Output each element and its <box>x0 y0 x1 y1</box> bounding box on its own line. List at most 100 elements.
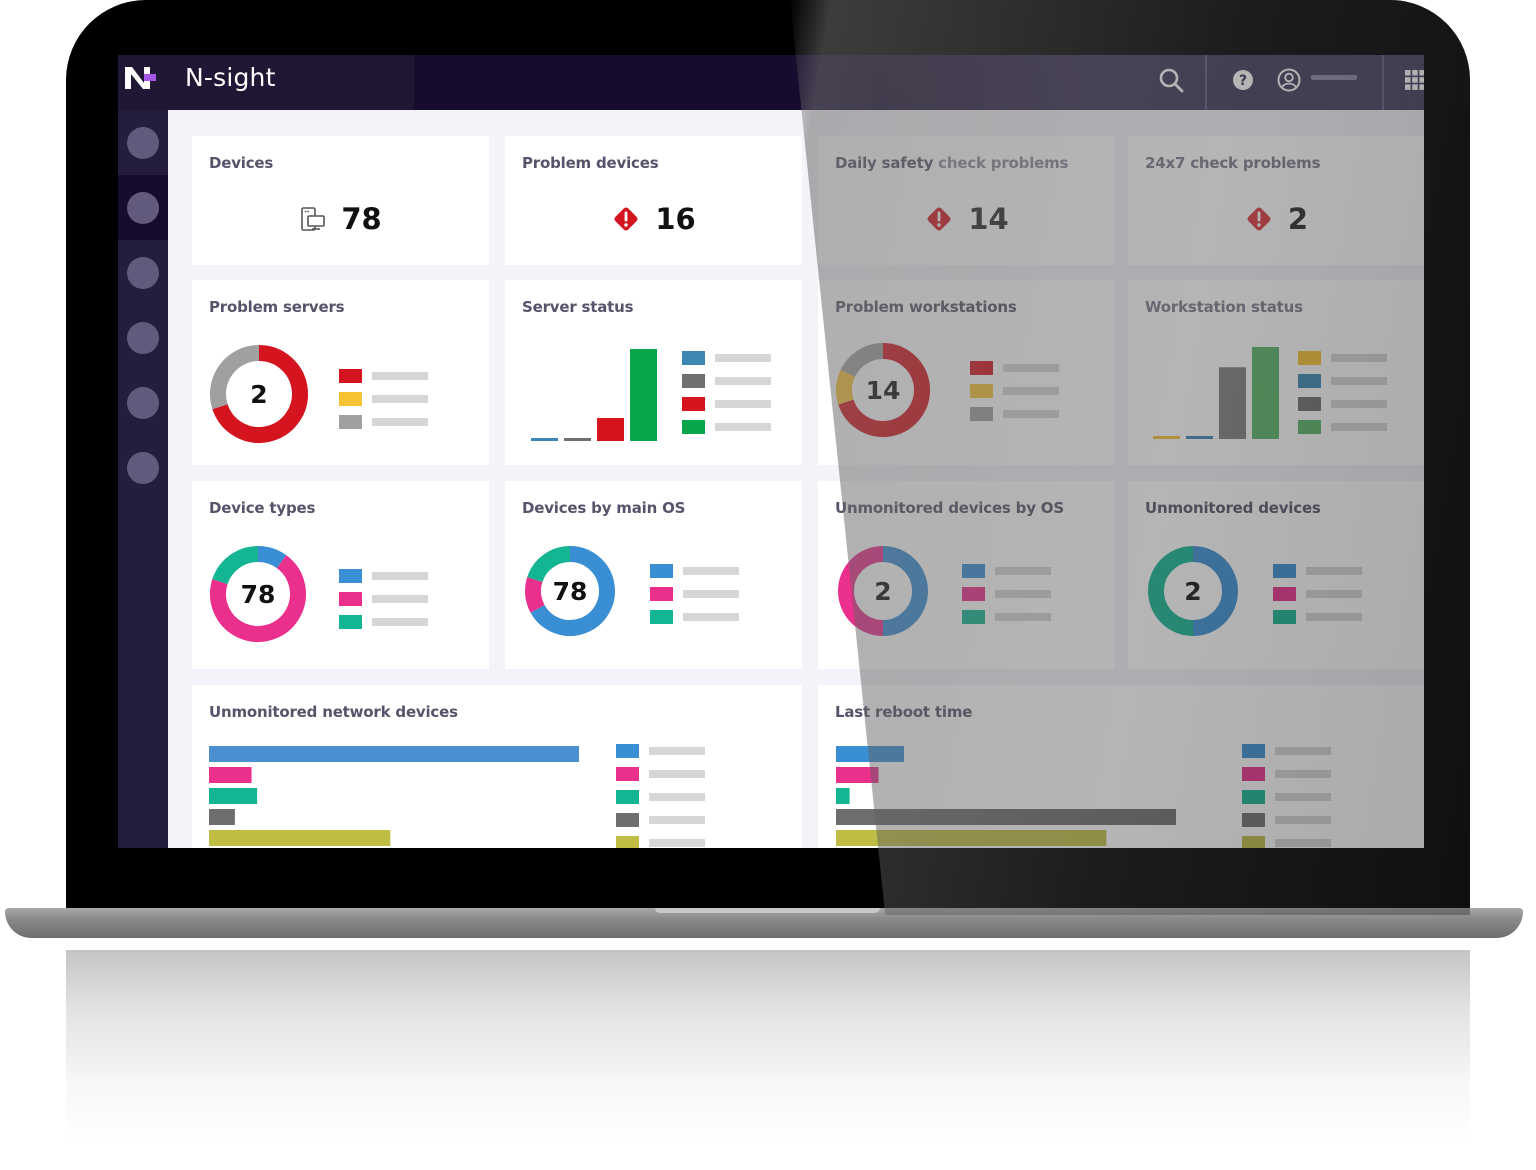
legend-swatch <box>962 563 985 578</box>
legend-swatch <box>1273 563 1296 578</box>
legend-item[interactable] <box>616 743 705 758</box>
legend-swatch <box>682 350 705 365</box>
sidebar-item-3[interactable] <box>118 240 168 305</box>
bar <box>209 788 258 804</box>
legend-item[interactable] <box>962 586 1051 601</box>
legend-item[interactable] <box>682 373 771 388</box>
legend-item[interactable] <box>682 350 771 365</box>
legend-label-placeholder <box>995 566 1051 575</box>
legend-item[interactable] <box>970 360 1059 375</box>
legend-label-placeholder <box>649 792 705 801</box>
legend-item[interactable] <box>970 383 1059 398</box>
help-icon[interactable]: ? <box>1228 65 1258 95</box>
n-sight-logo-icon[interactable] <box>125 65 157 91</box>
sidebar-item-4[interactable] <box>118 305 168 370</box>
legend-item[interactable] <box>1298 419 1387 434</box>
problem-devices-widget[interactable]: Problem devices 16 <box>505 136 802 265</box>
last-reboot-widget[interactable]: Last reboot time <box>818 685 1424 848</box>
legend-item[interactable] <box>1242 743 1331 758</box>
sidebar <box>118 110 168 848</box>
unmonitored-devices-widget[interactable]: Unmonitored devices 2 <box>1128 481 1424 669</box>
legend-item[interactable] <box>1298 373 1387 388</box>
problem-workstations-widget[interactable]: Problem workstations 14 <box>818 280 1115 465</box>
legend-item[interactable] <box>1273 586 1362 601</box>
legend-item[interactable] <box>616 789 705 804</box>
daily-safety-check-widget[interactable]: Daily safety check problems 14 <box>818 136 1115 265</box>
alert-diamond-icon <box>614 207 638 231</box>
legend-item[interactable] <box>650 609 739 624</box>
server-status-widget[interactable]: Server status <box>505 280 802 465</box>
sidebar-item-1[interactable] <box>118 110 168 175</box>
legend-item[interactable] <box>339 614 428 629</box>
legend-item[interactable] <box>1273 563 1362 578</box>
donut-slice <box>257 546 287 569</box>
legend-item[interactable] <box>339 391 428 406</box>
widget-title: Problem servers <box>209 298 345 316</box>
user-icon[interactable] <box>1274 65 1304 95</box>
sidebar-item-5[interactable] <box>118 370 168 435</box>
legend-item[interactable] <box>1242 812 1331 827</box>
legend-label-placeholder <box>1003 409 1059 418</box>
legend-item[interactable] <box>682 396 771 411</box>
alert-diamond-icon <box>1247 207 1271 231</box>
legend-item[interactable] <box>339 368 428 383</box>
legend-item[interactable] <box>970 406 1059 421</box>
chart-legend <box>616 743 705 848</box>
problem-servers-widget[interactable]: Problem servers 2 <box>192 280 489 465</box>
legend-item[interactable] <box>616 766 705 781</box>
apps-grid-icon[interactable] <box>1400 65 1424 95</box>
search-icon[interactable] <box>1156 65 1186 95</box>
legend-swatch <box>616 835 639 848</box>
legend-swatch <box>970 360 993 375</box>
user-name-placeholder[interactable] <box>1311 75 1357 80</box>
legend-item[interactable] <box>339 568 428 583</box>
workstation-status-widget[interactable]: Workstation status <box>1128 280 1424 465</box>
devices-widget[interactable]: Devices 78 <box>192 136 489 265</box>
bar <box>597 418 624 441</box>
legend-item[interactable] <box>650 563 739 578</box>
legend-item[interactable] <box>1242 766 1331 781</box>
legend-label-placeholder <box>1003 386 1059 395</box>
widget-title: Devices by main OS <box>522 499 686 517</box>
donut-center-label: 78 <box>241 580 276 609</box>
legend-swatch <box>1242 835 1265 848</box>
legend-item[interactable] <box>1298 396 1387 411</box>
legend-item[interactable] <box>682 419 771 434</box>
top-bar: N-sight ? <box>118 55 1424 110</box>
check-24x7-widget[interactable]: 24x7 check problems 2 <box>1128 136 1424 265</box>
legend-item[interactable] <box>962 563 1051 578</box>
devices-by-os-widget[interactable]: Devices by main OS 78 <box>505 481 802 669</box>
legend-item[interactable] <box>616 812 705 827</box>
sidebar-item-2[interactable] <box>118 175 168 240</box>
legend-item[interactable] <box>616 835 705 848</box>
bar <box>531 438 558 441</box>
legend-item[interactable] <box>1242 835 1331 848</box>
unmonitored-by-os-widget[interactable]: Unmonitored devices by OS 2 <box>818 481 1115 669</box>
topbar-divider <box>1205 55 1207 110</box>
legend-item[interactable] <box>1273 609 1362 624</box>
legend-item[interactable] <box>339 414 428 429</box>
legend-item[interactable] <box>1242 789 1331 804</box>
legend-swatch <box>1298 373 1321 388</box>
nav-dot-icon <box>127 256 159 289</box>
laptop-hinge-notch <box>655 908 880 913</box>
unmonitored-network-widget[interactable]: Unmonitored network devices <box>192 685 802 848</box>
legend-swatch <box>1242 743 1265 758</box>
legend-item[interactable] <box>650 586 739 601</box>
legend-item[interactable] <box>962 609 1051 624</box>
legend-item[interactable] <box>1298 350 1387 365</box>
legend-item[interactable] <box>339 591 428 606</box>
legend-label-placeholder <box>1275 838 1331 847</box>
device-types-widget[interactable]: Device types 78 <box>192 481 489 669</box>
chart-legend <box>962 563 1051 632</box>
widget-title: Daily safety check problems <box>835 154 1068 172</box>
legend-label-placeholder <box>715 399 771 408</box>
nav-dot-icon <box>127 321 159 354</box>
bar <box>209 830 391 846</box>
legend-label-placeholder <box>649 815 705 824</box>
legend-label-placeholder <box>649 746 705 755</box>
sidebar-item-6[interactable] <box>118 435 168 500</box>
legend-label-placeholder <box>1306 566 1362 575</box>
bar <box>836 767 879 783</box>
legend-label-placeholder <box>715 353 771 362</box>
